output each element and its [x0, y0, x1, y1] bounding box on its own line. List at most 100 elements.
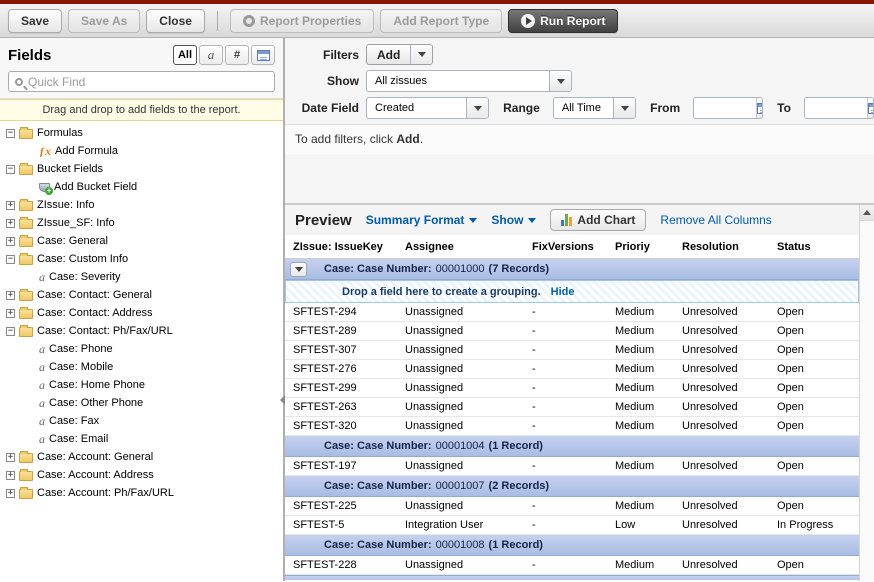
column-header[interactable]: Prioriy: [615, 241, 682, 253]
from-date-input[interactable]: [694, 98, 756, 118]
tree-item[interactable]: ƒxAdd Formula: [0, 142, 283, 160]
close-button[interactable]: Close: [146, 9, 205, 33]
drag-drop-hint: Drag and drop to add fields to the repor…: [0, 99, 283, 121]
tree-item[interactable]: +Case: Contact: Address: [0, 304, 283, 322]
table-row[interactable]: SFTEST-228Unassigned-MediumUnresolvedOpe…: [285, 556, 859, 575]
add-filter-dropdown-button[interactable]: [410, 45, 432, 64]
group-collapse-button[interactable]: [290, 262, 307, 277]
table-row[interactable]: SFTEST-263Unassigned-MediumUnresolvedOpe…: [285, 398, 859, 417]
calendar-icon: [868, 103, 874, 114]
filter-text-fields-button[interactable]: a: [199, 45, 223, 65]
tree-item[interactable]: − Bucket Fields: [0, 160, 283, 178]
table-cell: Unassigned: [405, 306, 532, 318]
tree-item[interactable]: +Case: Contact: General: [0, 286, 283, 304]
collapse-icon[interactable]: −: [6, 327, 15, 336]
preview-scrollbar[interactable]: [859, 205, 874, 581]
tree-item[interactable]: + Case: General: [0, 232, 283, 250]
filters-panel: Filters Add Show All zissues Date Field …: [285, 38, 874, 205]
tree-item[interactable]: aCase: Phone: [0, 340, 283, 358]
tree-item[interactable]: +Case: Account: Address: [0, 466, 283, 484]
table-row[interactable]: SFTEST-289Unassigned-MediumUnresolvedOpe…: [285, 322, 859, 341]
table-cell: SFTEST-197: [285, 460, 405, 472]
tree-item[interactable]: +ZIssue: Info: [0, 196, 283, 214]
column-header[interactable]: FixVersions: [532, 241, 615, 253]
tree-item[interactable]: aCase: Fax: [0, 412, 283, 430]
add-filter-button[interactable]: Add: [366, 44, 433, 65]
range-select[interactable]: All Time: [553, 97, 636, 119]
expand-icon[interactable]: +: [6, 201, 15, 210]
tree-item-label: Case: Severity: [49, 271, 121, 283]
table-cell: SFTEST-263: [285, 401, 405, 413]
tree-item[interactable]: aCase: Other Phone: [0, 394, 283, 412]
tree-item[interactable]: aCase: Mobile: [0, 358, 283, 376]
table-row[interactable]: SFTEST-299Unassigned-MediumUnresolvedOpe…: [285, 379, 859, 398]
add-chart-button[interactable]: Add Chart: [550, 209, 646, 231]
tree-item[interactable]: +ZIssue_SF: Info: [0, 214, 283, 232]
table-cell: Unresolved: [682, 559, 777, 571]
table-cell: Open: [777, 401, 859, 413]
table-row[interactable]: SFTEST-294Unassigned-MediumUnresolvedOpe…: [285, 303, 859, 322]
to-date-input[interactable]: [805, 98, 867, 118]
table-cell: Unresolved: [682, 500, 777, 512]
report-properties-button[interactable]: Report Properties: [230, 9, 374, 33]
collapse-icon[interactable]: −: [6, 165, 15, 174]
column-header[interactable]: Resolution: [682, 241, 777, 253]
tree-item[interactable]: aCase: Severity: [0, 268, 283, 286]
column-header[interactable]: Assignee: [405, 241, 532, 253]
expand-icon[interactable]: +: [6, 309, 15, 318]
table-row[interactable]: SFTEST-197Unassigned-MediumUnresolvedOpe…: [285, 457, 859, 476]
table-row[interactable]: SFTEST-276Unassigned-MediumUnresolvedOpe…: [285, 360, 859, 379]
tree-item-label: Case: Custom Info: [37, 253, 128, 265]
expand-icon[interactable]: +: [6, 489, 15, 498]
tree-item[interactable]: +Case: Account: General: [0, 448, 283, 466]
show-select[interactable]: All zissues: [366, 70, 572, 92]
table-cell: Unassigned: [405, 559, 532, 571]
summary-format-menu[interactable]: Summary Format: [366, 213, 478, 227]
table-row[interactable]: SFTEST-307Unassigned-MediumUnresolvedOpe…: [285, 341, 859, 360]
save-as-button[interactable]: Save As: [68, 9, 140, 33]
from-calendar-button[interactable]: [756, 98, 763, 118]
column-header[interactable]: Status: [777, 241, 859, 253]
filter-number-fields-button[interactable]: #: [225, 45, 249, 65]
tree-item-label: Bucket Fields: [37, 163, 103, 175]
tree-item[interactable]: − Case: Custom Info: [0, 250, 283, 268]
table-row[interactable]: SFTEST-320Unassigned-MediumUnresolvedOpe…: [285, 417, 859, 436]
table-cell: SFTEST-299: [285, 382, 405, 394]
table-row[interactable]: SFTEST-225Unassigned-MediumUnresolvedOpe…: [285, 497, 859, 516]
expand-icon[interactable]: +: [6, 237, 15, 246]
column-header[interactable]: ZIssue: IssueKey: [285, 241, 405, 253]
tree-item-label: Case: General: [37, 235, 108, 247]
tree-item[interactable]: +Add Bucket Field: [0, 178, 283, 196]
run-report-button[interactable]: Run Report: [508, 9, 618, 33]
expand-icon[interactable]: +: [6, 471, 15, 480]
show-select-dropdown-button[interactable]: [549, 71, 571, 91]
filter-date-fields-button[interactable]: [251, 45, 275, 65]
show-menu[interactable]: Show: [491, 213, 536, 227]
range-dropdown-button[interactable]: [613, 98, 635, 118]
save-button[interactable]: Save: [8, 9, 62, 33]
filter-all-button[interactable]: All: [173, 45, 197, 65]
quick-find-input[interactable]: [28, 75, 228, 89]
date-field-select[interactable]: Created: [366, 97, 489, 119]
expand-icon[interactable]: +: [6, 219, 15, 228]
collapse-icon[interactable]: −: [6, 129, 15, 138]
to-calendar-button[interactable]: [867, 98, 874, 118]
from-label: From: [650, 101, 680, 115]
table-cell: -: [532, 325, 615, 337]
tree-item[interactable]: −Formulas: [0, 124, 283, 142]
add-report-type-button[interactable]: Add Report Type: [380, 9, 502, 33]
expand-icon[interactable]: +: [6, 291, 15, 300]
remove-all-columns-link[interactable]: Remove All Columns: [660, 213, 771, 227]
expand-icon[interactable]: +: [6, 453, 15, 462]
table-cell: Open: [777, 500, 859, 512]
scroll-up-button[interactable]: [860, 205, 874, 221]
date-field-dropdown-button[interactable]: [466, 98, 488, 118]
tree-item[interactable]: +Case: Account: Ph/Fax/URL: [0, 484, 283, 502]
grouping-drop-zone[interactable]: Drop a field here to create a grouping.H…: [285, 280, 859, 303]
table-row[interactable]: SFTEST-5Integration User-LowUnresolvedIn…: [285, 516, 859, 535]
collapse-icon[interactable]: −: [6, 255, 15, 264]
tree-item[interactable]: −Case: Contact: Ph/Fax/URL: [0, 322, 283, 340]
tree-item[interactable]: aCase: Home Phone: [0, 376, 283, 394]
tree-item[interactable]: aCase: Email: [0, 430, 283, 448]
hide-link[interactable]: Hide: [551, 286, 575, 298]
